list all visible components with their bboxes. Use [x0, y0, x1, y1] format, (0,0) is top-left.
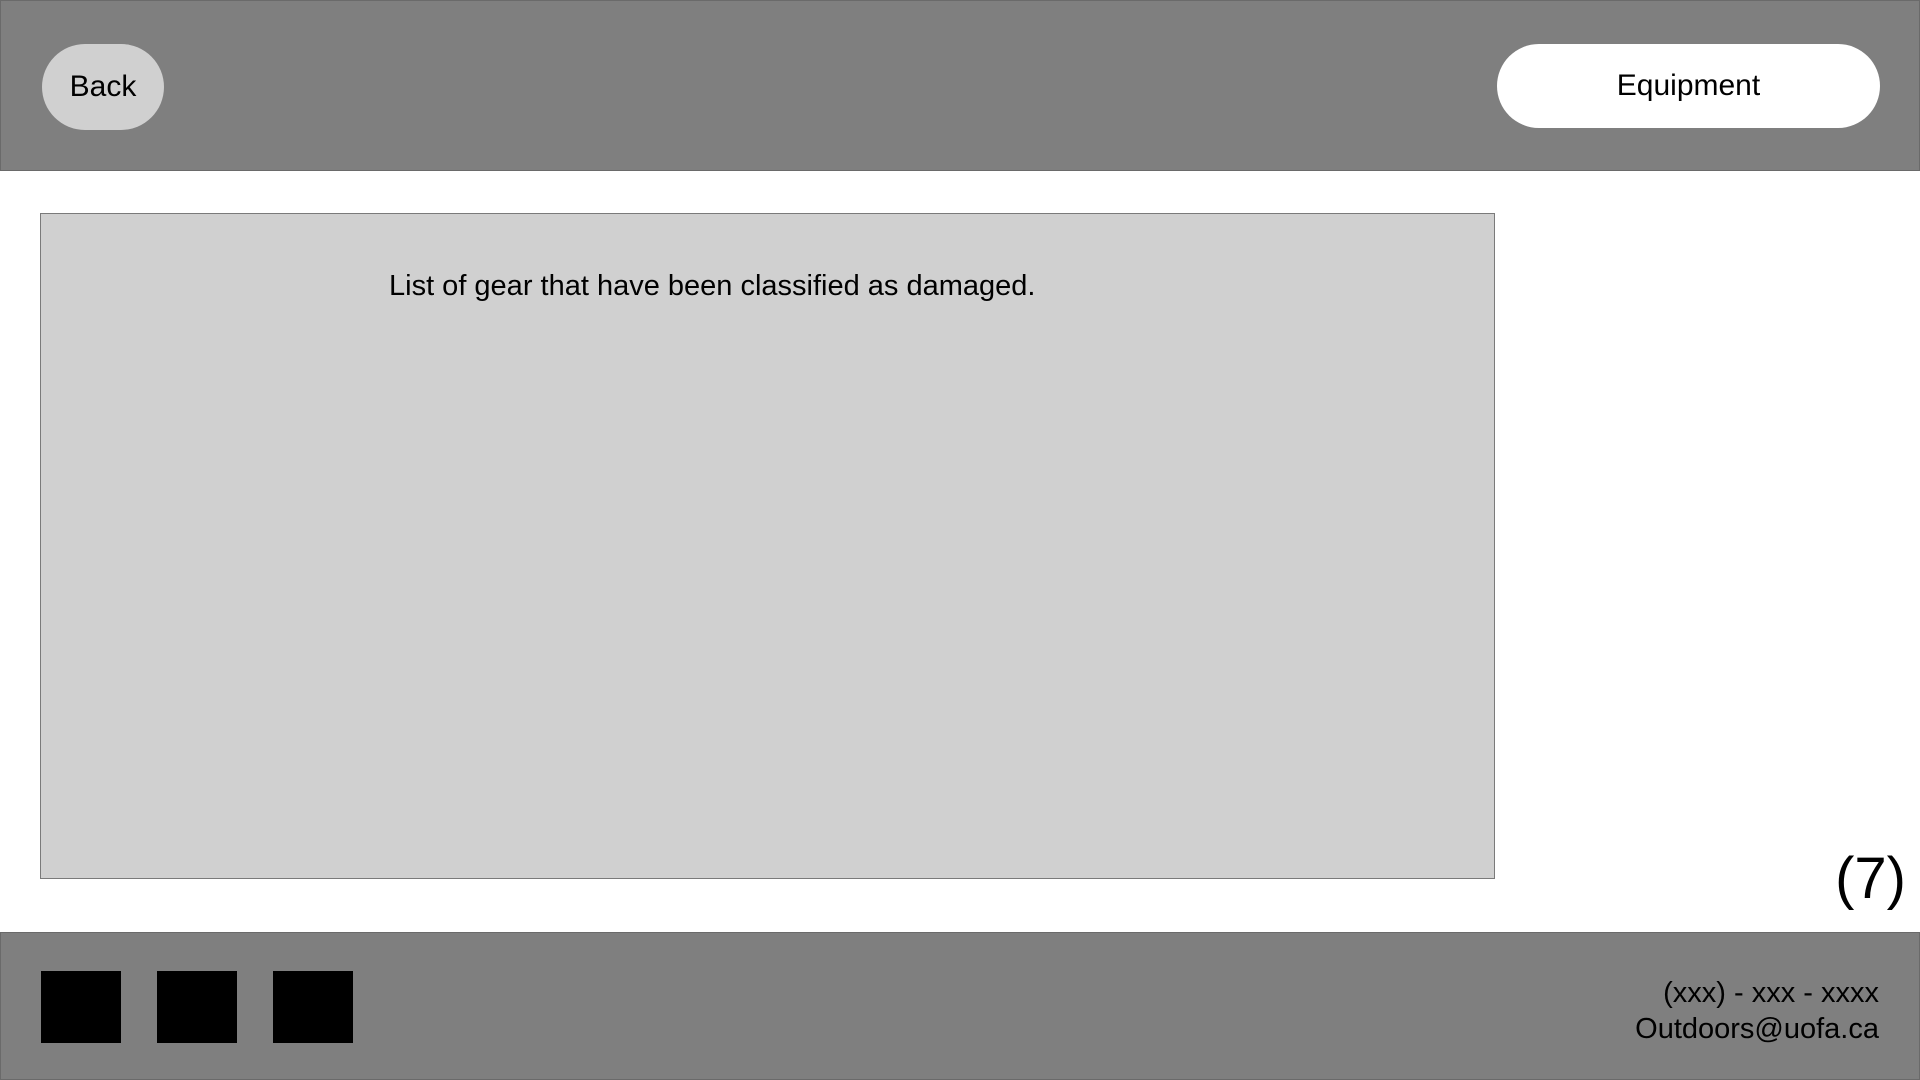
footer-bar: (xxx) - xxx - xxxx Outdoors@uofa.ca — [0, 932, 1920, 1080]
equipment-button[interactable]: Equipment — [1497, 44, 1880, 128]
contact-phone: (xxx) - xxx - xxxx — [1663, 977, 1879, 1009]
panel-description: List of gear that have been classified a… — [389, 270, 1036, 302]
back-button[interactable]: Back — [42, 44, 164, 130]
social-icon-2[interactable] — [157, 971, 237, 1043]
contact-email[interactable]: Outdoors@uofa.ca — [1635, 1011, 1879, 1047]
social-icon-3[interactable] — [273, 971, 353, 1043]
header-bar: Back Equipment — [0, 0, 1920, 171]
page: Back Equipment List of gear that have be… — [0, 0, 1920, 1080]
social-icon-1[interactable] — [41, 971, 121, 1043]
page-number: (7) — [1835, 846, 1906, 911]
damaged-gear-panel: List of gear that have been classified a… — [40, 213, 1495, 879]
contact-info: (xxx) - xxx - xxxx Outdoors@uofa.ca — [1635, 975, 1879, 1047]
